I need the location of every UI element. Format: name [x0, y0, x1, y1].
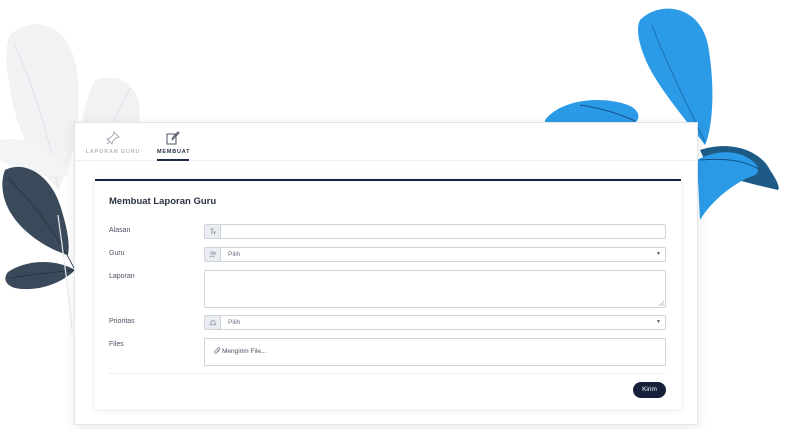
tab-label: LAPORAN GURU	[85, 149, 141, 155]
prioritas-select[interactable]: Pilih ▼	[204, 315, 666, 330]
bell-icon	[209, 320, 217, 326]
app-window: LAPORAN GURU MEMBUAT Membuat Laporan Gur…	[74, 122, 698, 425]
prioritas-selected: Pilih	[228, 319, 241, 326]
guru-label: Guru	[109, 250, 125, 257]
tab-label: MEMBUAT	[157, 149, 191, 155]
users-icon	[209, 251, 217, 258]
resize-handle-icon[interactable]	[659, 301, 664, 306]
laporan-textarea[interactable]	[204, 270, 666, 308]
paperclip-icon	[214, 347, 221, 354]
tab-laporan-guru[interactable]: LAPORAN GURU	[85, 123, 141, 161]
submit-button[interactable]: Kirim	[633, 382, 666, 398]
guru-selected: Pilih	[228, 251, 241, 258]
text-format-icon	[210, 228, 216, 235]
prioritas-addon	[205, 316, 221, 329]
laporan-label: Laporan	[109, 273, 135, 280]
edit-icon	[166, 131, 180, 145]
tab-bar: LAPORAN GURU MEMBUAT	[75, 123, 697, 161]
tab-membuat[interactable]: MEMBUAT	[157, 123, 191, 161]
alasan-addon	[205, 225, 221, 238]
pin-icon	[106, 131, 120, 145]
prioritas-label: Prioritas	[109, 318, 135, 325]
files-label: Files	[109, 341, 124, 348]
alasan-input[interactable]	[204, 224, 666, 239]
guru-select[interactable]: Pilih ▼	[204, 247, 666, 262]
chevron-down-icon: ▼	[656, 319, 661, 325]
file-upload-text: Mengirim File...	[222, 348, 267, 355]
alasan-label: Alasan	[109, 227, 131, 234]
form-divider	[109, 373, 666, 374]
chevron-down-icon: ▼	[656, 251, 661, 257]
form-card: Membuat Laporan Guru Alasan Guru Pilih ▼…	[95, 179, 681, 409]
guru-addon	[205, 248, 221, 261]
form-title: Membuat Laporan Guru	[109, 196, 217, 207]
file-upload-button[interactable]: Mengirim File...	[204, 338, 666, 366]
